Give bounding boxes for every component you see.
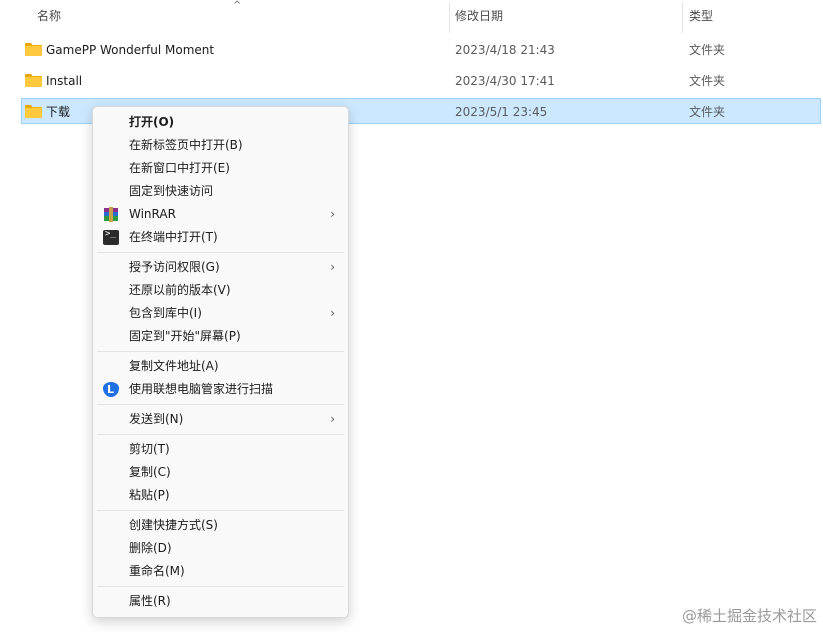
chevron-right-icon: ›	[330, 207, 335, 221]
menu-divider	[97, 586, 344, 587]
menu-item-label: 在新窗口中打开(E)	[129, 161, 230, 175]
menu-item-label: 发送到(N)	[129, 412, 184, 426]
column-header-row: ^ 名称 修改日期 类型	[0, 0, 823, 33]
column-divider[interactable]	[449, 2, 450, 33]
menu-item[interactable]: 在新窗口中打开(E)	[93, 157, 348, 180]
menu-item[interactable]: WinRAR ›	[93, 203, 348, 226]
file-explorer: ^ 名称 修改日期 类型 GamePP Wonderful Moment 2023…	[0, 0, 823, 632]
winrar-icon	[103, 207, 119, 222]
menu-divider	[97, 252, 344, 253]
column-divider[interactable]	[682, 2, 683, 33]
menu-item-label: 剪切(T)	[129, 442, 170, 456]
menu-item-label: 使用联想电脑管家进行扫描	[129, 382, 274, 396]
file-name: 下载	[46, 105, 71, 119]
chevron-right-icon: ›	[330, 306, 335, 320]
file-name: GamePP Wonderful Moment	[46, 43, 215, 57]
file-date-modified: 2023/4/30 17:41	[455, 74, 555, 88]
menu-item-label: WinRAR	[129, 207, 176, 221]
menu-item-label: 固定到"开始"屏幕(P)	[129, 329, 241, 343]
menu-item-label: 属性(R)	[129, 594, 171, 608]
menu-item[interactable]: 属性(R)	[93, 590, 348, 613]
menu-item[interactable]: 剪切(T)	[93, 438, 348, 461]
file-row[interactable]: GamePP Wonderful Moment 2023/4/18 21:43 文件…	[21, 36, 821, 62]
context-menu: 打开(O) 在新标签页中打开(B) 在新窗口中打开(E) 固定到快速访问 WinRAR ›…	[92, 106, 349, 618]
menu-item[interactable]: 创建快捷方式(S)	[93, 514, 348, 537]
menu-item[interactable]: 删除(D)	[93, 537, 348, 560]
menu-item[interactable]: 固定到快速访问	[93, 180, 348, 203]
file-date-modified: 2023/4/18 21:43	[455, 43, 555, 57]
menu-item[interactable]: 发送到(N) ›	[93, 408, 348, 431]
file-name: Install	[46, 74, 83, 88]
folder-icon	[25, 105, 42, 118]
chevron-right-icon: ›	[330, 412, 335, 426]
folder-icon	[25, 74, 42, 87]
file-type: 文件夹	[689, 105, 726, 119]
menu-item-label: 复制文件地址(A)	[129, 359, 219, 373]
column-header-name[interactable]: 名称	[37, 0, 61, 33]
sort-ascending-icon: ^	[233, 0, 242, 11]
menu-item[interactable]: 在新标签页中打开(B)	[93, 134, 348, 157]
column-header-type[interactable]: 类型	[689, 0, 713, 33]
menu-item-label: 创建快捷方式(S)	[129, 518, 218, 532]
file-row[interactable]: Install 2023/4/30 17:41 文件夹	[21, 67, 821, 93]
menu-item[interactable]: >_ 在终端中打开(T)	[93, 226, 348, 249]
menu-item-label: 打开(O)	[129, 115, 175, 129]
menu-divider	[97, 404, 344, 405]
menu-item-label: 还原以前的版本(V)	[129, 283, 231, 297]
watermark: @稀土掘金技术社区	[681, 607, 817, 625]
folder-icon	[25, 43, 42, 56]
menu-item[interactable]: 包含到库中(I) ›	[93, 302, 348, 325]
menu-item[interactable]: 复制文件地址(A)	[93, 355, 348, 378]
terminal-icon: >_	[103, 229, 119, 245]
menu-item-label: 包含到库中(I)	[129, 306, 202, 320]
menu-item-label: 删除(D)	[129, 541, 172, 555]
menu-item[interactable]: L 使用联想电脑管家进行扫描	[93, 378, 348, 401]
menu-item[interactable]: 重命名(M)	[93, 560, 348, 583]
menu-divider	[97, 351, 344, 352]
menu-item[interactable]: 授予访问权限(G) ›	[93, 256, 348, 279]
menu-item-label: 粘贴(P)	[129, 488, 170, 502]
file-date-modified: 2023/5/1 23:45	[455, 105, 548, 119]
file-type: 文件夹	[689, 43, 726, 57]
menu-item[interactable]: 还原以前的版本(V)	[93, 279, 348, 302]
menu-divider	[97, 510, 344, 511]
lenovo-shield-icon: L	[103, 382, 119, 397]
menu-item[interactable]: 打开(O)	[93, 111, 348, 134]
menu-item[interactable]: 粘贴(P)	[93, 484, 348, 507]
menu-divider	[97, 434, 344, 435]
menu-item[interactable]: 固定到"开始"屏幕(P)	[93, 325, 348, 348]
menu-item[interactable]: 复制(C)	[93, 461, 348, 484]
menu-item-label: 重命名(M)	[129, 564, 185, 578]
menu-item-label: 授予访问权限(G)	[129, 260, 220, 274]
menu-item-label: 复制(C)	[129, 465, 171, 479]
column-header-date-modified[interactable]: 修改日期	[455, 0, 503, 33]
file-type: 文件夹	[689, 74, 726, 88]
menu-item-label: 固定到快速访问	[129, 184, 214, 198]
menu-item-label: 在新标签页中打开(B)	[129, 138, 243, 152]
chevron-right-icon: ›	[330, 260, 335, 274]
menu-item-label: 在终端中打开(T)	[129, 230, 218, 244]
